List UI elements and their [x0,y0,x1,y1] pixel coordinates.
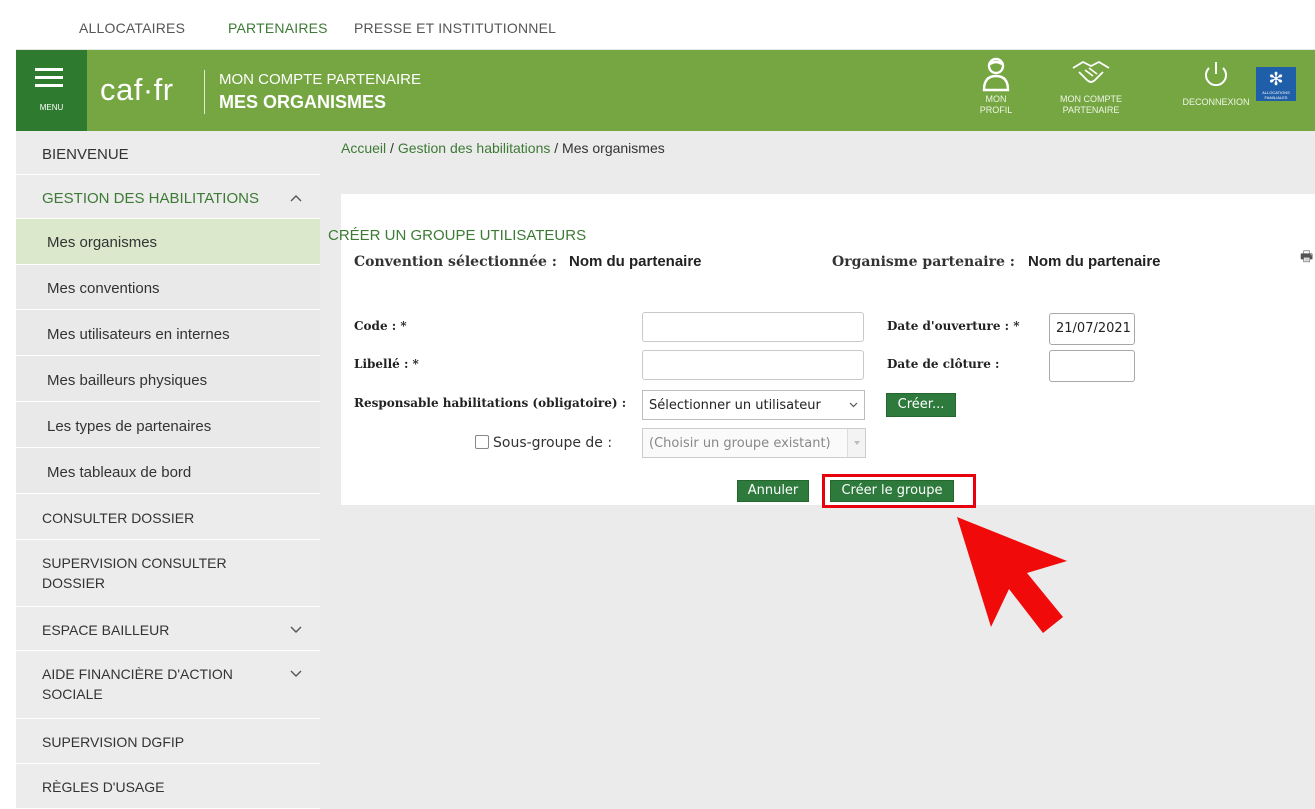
sidebar-item-gestion-habilitations[interactable]: GESTION DES HABILITATIONS [16,175,320,219]
profile-button[interactable]: MON PROFIL [971,50,1021,131]
sidebar-item-consulter-dossier[interactable]: CONSULTER DOSSIER [16,494,320,540]
sidebar-item-mes-organismes[interactable]: Mes organismes [16,219,320,265]
partner-account-button[interactable]: MON COMPTE PARTENAIRE [1046,50,1136,131]
nav-partenaires[interactable]: PARTENAIRES [228,20,328,36]
nav-presse[interactable]: PRESSE ET INSTITUTIONNEL [354,20,556,36]
sidebar: BIENVENUE GESTION DES HABILITATIONS Mes … [16,131,320,809]
sous-groupe-select[interactable]: (Choisir un groupe existant) [642,428,866,458]
sidebar-item-regles-usage[interactable]: RÈGLES D'USAGE [16,764,320,809]
sidebar-item-aide-financiere[interactable]: AIDE FINANCIÈRE D'ACTION SOCIALE [16,651,320,719]
date-ouverture-label: Date d'ouverture : * [887,319,1020,333]
logout-button[interactable]: DECONNEXION [1181,50,1251,131]
site-header: MENU caf·fr MON COMPTE PARTENAIRE MES OR… [16,50,1315,139]
chevron-down-icon [849,402,858,408]
chevron-down-icon [290,626,302,633]
caf-logo[interactable]: caf·fr [100,72,174,108]
date-cloture-label: Date de clôture : [887,357,1000,371]
responsable-label: Responsable habilitations (obligatoire) … [354,396,627,410]
audience-bar: ALLOCATAIRES PARTENAIRES PRESSE ET INSTI… [0,0,1315,50]
menu-button[interactable]: MENU [16,50,87,139]
convention-label: Convention sélectionnée : [354,254,557,270]
sidebar-item-mes-conventions[interactable]: Mes conventions [16,265,320,310]
pointer-arrow-icon [957,517,1067,633]
annuler-button[interactable]: Annuler [737,480,809,502]
form-title: CRÉER UN GROUPE UTILISATEURS [328,227,587,244]
code-label: Code : * [354,319,407,333]
chevron-down-icon [854,441,860,445]
sidebar-item-mes-bailleurs[interactable]: Mes bailleurs physiques [16,356,320,402]
creer-utilisateur-button[interactable]: Créer... [886,393,956,417]
sidebar-item-supervision-dgfip[interactable]: SUPERVISION DGFIP [16,719,320,764]
sidebar-item-espace-bailleur[interactable]: ESPACE BAILLEUR [16,607,320,651]
breadcrumb-accueil[interactable]: Accueil [341,140,386,156]
header-subtitle: MON COMPTE PARTENAIRE [219,71,421,88]
responsable-select[interactable]: Sélectionner un utilisateur [642,390,865,420]
caf-badge-logo[interactable]: ✻ ALLOCATIONS FAMILIALES [1256,67,1296,101]
code-input[interactable] [642,312,864,342]
libelle-label: Libellé : * [354,357,419,371]
nav-allocataires[interactable]: ALLOCATAIRES [79,20,185,36]
sous-groupe-label: Sous-groupe de : [493,435,613,451]
chevron-down-icon [290,670,302,677]
date-ouverture-input[interactable]: 21/07/2021 [1049,313,1135,345]
sidebar-item-mes-utilisateurs[interactable]: Mes utilisateurs en internes [16,310,320,356]
highlight-annotation [822,474,976,508]
sidebar-item-bienvenue[interactable]: BIENVENUE [16,131,320,175]
power-icon [1205,62,1227,87]
hamburger-icon [35,68,63,92]
print-icon[interactable]: 🖶 [1300,246,1313,270]
date-cloture-input[interactable] [1049,350,1135,382]
sidebar-item-tableaux-de-bord[interactable]: Mes tableaux de bord [16,448,320,494]
sous-groupe-checkbox[interactable] [475,435,489,449]
breadcrumb-gestion[interactable]: Gestion des habilitations [398,140,551,156]
convention-value: Nom du partenaire [569,253,702,270]
sidebar-item-types-partenaires[interactable]: Les types de partenaires [16,402,320,448]
breadcrumb: Accueil / Gestion des habilitations / Me… [341,140,665,156]
handshake-icon [1072,60,1110,83]
chevron-up-icon [290,195,302,202]
sidebar-item-supervision-consulter[interactable]: SUPERVISION CONSULTER DOSSIER [16,540,320,607]
divider [204,70,205,114]
user-profile-icon [982,57,1010,92]
libelle-input[interactable] [642,350,864,380]
breadcrumb-current: Mes organismes [562,140,665,156]
page-title: MES ORGANISMES [219,92,387,112]
organisme-label: Organisme partenaire : [832,254,1015,270]
snowflake-icon: ✻ [1268,69,1284,89]
menu-label: MENU [39,103,64,112]
organisme-value: Nom du partenaire [1028,253,1161,270]
